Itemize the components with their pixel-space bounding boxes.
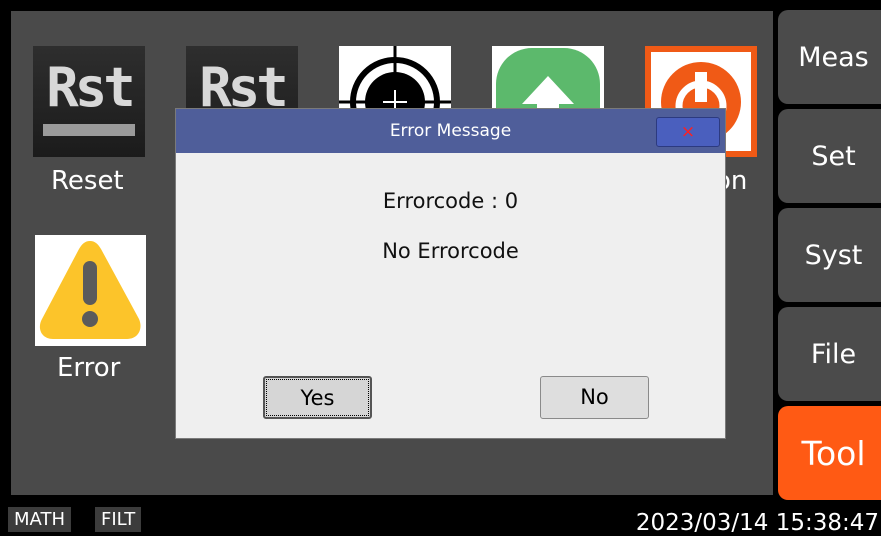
error-description-text: No Errorcode [382, 239, 519, 263]
close-button[interactable]: × [656, 117, 720, 147]
error-dialog: Error Message × Errorcode : 0 No Errorco… [175, 108, 726, 439]
menu-meas[interactable]: Meas [778, 10, 881, 104]
math-badge: MATH [8, 507, 71, 532]
error-tile[interactable]: Error [35, 235, 147, 385]
datetime: 2023/03/14 15:38:47 [635, 510, 879, 536]
reset-tile[interactable]: Rst Reset [33, 46, 145, 206]
reset-label: Reset [51, 166, 124, 196]
filt-badge: FILT [95, 507, 142, 532]
menu-file[interactable]: File [778, 307, 881, 401]
upload-arrow-icon [496, 48, 600, 108]
reset-all-icon: Rst [186, 46, 298, 108]
upgrade-tile[interactable] [492, 46, 604, 108]
close-icon: × [680, 122, 696, 142]
crosshair-icon [339, 46, 451, 108]
target-tile[interactable] [339, 46, 451, 108]
warning-icon [35, 235, 146, 346]
reset-icon: Rst [33, 46, 145, 157]
instrument-screen: Rst Reset Rst on Error Meas Set Syst Fil… [0, 0, 881, 536]
error-code-text: Errorcode : 0 [382, 189, 519, 213]
no-button[interactable]: No [540, 376, 649, 419]
error-label: Error [57, 353, 121, 383]
menu-syst[interactable]: Syst [778, 208, 881, 302]
reset-all-tile[interactable]: Rst [186, 46, 298, 108]
dialog-title: Error Message [176, 109, 725, 153]
yes-button[interactable]: Yes [263, 376, 372, 419]
menu-tool[interactable]: Tool [778, 406, 881, 500]
menu-set[interactable]: Set [778, 109, 881, 203]
